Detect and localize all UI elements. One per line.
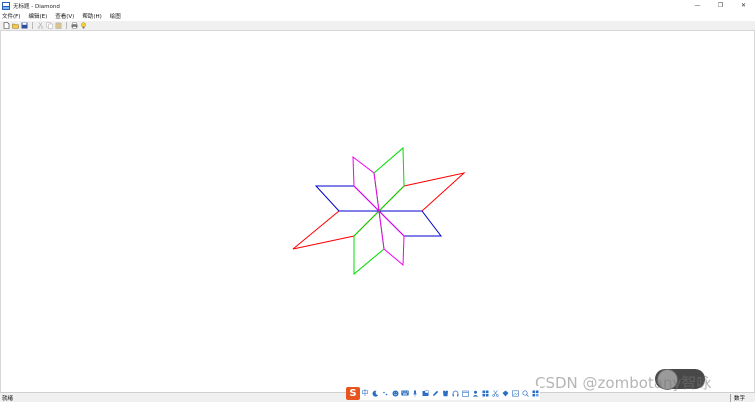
new-icon bbox=[3, 22, 9, 29]
about-button[interactable] bbox=[79, 22, 87, 30]
diamond-drawing bbox=[292, 146, 466, 276]
headphone-glyph-icon bbox=[452, 390, 458, 396]
cut-button[interactable] bbox=[36, 22, 44, 30]
grid-icon[interactable] bbox=[480, 388, 490, 398]
print-icon bbox=[71, 22, 77, 29]
menu-draw[interactable]: 绘图 bbox=[110, 12, 121, 20]
paste-icon bbox=[55, 22, 61, 29]
window-title: 无标题 - Diamond bbox=[13, 3, 60, 10]
emoji-icon[interactable] bbox=[390, 388, 400, 398]
skin-glyph-icon bbox=[442, 390, 448, 396]
apps-glyph-icon bbox=[532, 390, 538, 396]
sogou-logo-icon[interactable]: S bbox=[346, 386, 360, 400]
status-num-indicator: 数字 bbox=[729, 394, 745, 402]
window-controls: — ❐ ✕ bbox=[686, 0, 755, 11]
search-icon[interactable] bbox=[520, 388, 530, 398]
calendar-glyph-icon bbox=[461, 390, 469, 397]
magenta-petal-upper bbox=[352, 155, 380, 212]
open-button[interactable] bbox=[11, 22, 19, 30]
toolbar-separator bbox=[32, 22, 33, 29]
green-petal-lower bbox=[353, 210, 385, 276]
menu-bar: 文件(F) 编辑(E) 查看(V) 帮助(H) 绘图 bbox=[0, 11, 755, 21]
open-icon bbox=[11, 23, 19, 29]
screenshot-icon[interactable] bbox=[420, 388, 430, 398]
copy-icon bbox=[45, 22, 53, 29]
close-button[interactable]: ✕ bbox=[732, 0, 755, 11]
keyboard-icon[interactable] bbox=[400, 388, 410, 398]
csdn-watermark: CSDN @zombotany智咏 bbox=[535, 374, 712, 392]
red-petal-left bbox=[292, 210, 380, 250]
ime-mode-toggle[interactable]: 中 bbox=[360, 388, 370, 398]
microphone-icon[interactable] bbox=[410, 388, 420, 398]
paste-button[interactable] bbox=[54, 22, 62, 30]
punctuation-glyph-icon bbox=[382, 391, 387, 395]
pen-glyph-icon bbox=[432, 390, 438, 396]
toolbar-separator bbox=[66, 22, 67, 29]
menu-edit[interactable]: 编辑(E) bbox=[28, 12, 47, 20]
magenta-petal-lower bbox=[378, 210, 405, 267]
save-icon bbox=[21, 22, 27, 29]
grid-glyph-icon bbox=[482, 390, 488, 396]
skin-icon[interactable] bbox=[440, 388, 450, 398]
drawing-canvas[interactable] bbox=[0, 31, 755, 392]
blue-petal-lower-right bbox=[378, 210, 443, 237]
moon-icon[interactable] bbox=[370, 388, 380, 398]
microphone-glyph-icon bbox=[412, 389, 418, 397]
menu-view[interactable]: 查看(V) bbox=[55, 12, 74, 20]
ime-toolbar: S 中 bbox=[346, 386, 540, 400]
screenshot-glyph-icon bbox=[422, 389, 429, 396]
toolbar bbox=[0, 21, 755, 31]
keyboard-glyph-icon bbox=[401, 390, 409, 396]
apps-icon[interactable] bbox=[530, 388, 540, 398]
headphone-icon[interactable] bbox=[450, 388, 460, 398]
status-ready-text: 就绪 bbox=[2, 395, 14, 402]
green-petal-upper bbox=[373, 146, 405, 212]
copy-button[interactable] bbox=[45, 22, 53, 30]
print-button[interactable] bbox=[70, 22, 78, 30]
emoji-glyph-icon bbox=[392, 390, 398, 396]
minimize-button[interactable]: — bbox=[686, 0, 709, 11]
new-button[interactable] bbox=[2, 22, 10, 30]
save-button[interactable] bbox=[20, 22, 28, 30]
user-glyph-icon bbox=[472, 390, 478, 397]
scissors-glyph-icon bbox=[491, 389, 499, 397]
blue-petal-upper-left bbox=[314, 185, 380, 212]
restore-button[interactable]: ❐ bbox=[709, 0, 732, 11]
about-icon bbox=[80, 22, 86, 29]
image-icon[interactable] bbox=[510, 388, 520, 398]
menu-help[interactable]: 帮助(H) bbox=[82, 12, 101, 20]
toolbox-icon[interactable] bbox=[500, 388, 510, 398]
red-petal-right bbox=[378, 172, 466, 212]
app-icon bbox=[2, 1, 10, 10]
cut-icon bbox=[37, 22, 43, 29]
user-icon[interactable] bbox=[470, 388, 480, 398]
punctuation-icon[interactable] bbox=[380, 388, 390, 398]
title-bar: 无标题 - Diamond — ❐ ✕ bbox=[0, 0, 755, 11]
moon-glyph-icon bbox=[372, 390, 378, 397]
image-glyph-icon bbox=[511, 390, 519, 397]
scissors-icon[interactable] bbox=[490, 388, 500, 398]
search-glyph-icon bbox=[521, 389, 529, 397]
toolbox-glyph-icon bbox=[502, 390, 508, 396]
pen-icon[interactable] bbox=[430, 388, 440, 398]
calendar-icon[interactable] bbox=[460, 388, 470, 398]
menu-file[interactable]: 文件(F) bbox=[2, 12, 20, 20]
